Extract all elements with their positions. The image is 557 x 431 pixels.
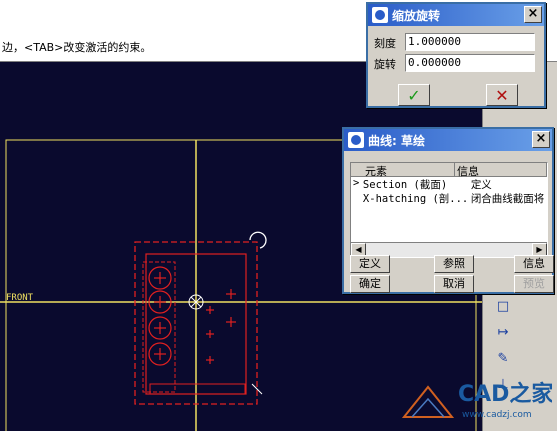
- app-icon: [372, 7, 388, 23]
- app-icon: [348, 132, 364, 148]
- cad-logo-icon: CAD之家 www.cadzj.com: [401, 381, 554, 420]
- constraint-markers: [206, 289, 236, 364]
- rotate-input[interactable]: 0.000000: [405, 54, 535, 72]
- reference-button[interactable]: 参照: [434, 255, 474, 273]
- row-marker: >: [353, 177, 360, 189]
- row-element: Section (截面): [362, 179, 448, 191]
- list-header: 元素 信息: [351, 163, 547, 178]
- brand-text: CAD之家: [458, 381, 552, 407]
- curve-dialog-title: 曲线: 草绘: [368, 133, 425, 148]
- column-header-info: 信息: [455, 163, 547, 178]
- status-message: 边，<TAB>改变激活的约束。: [2, 41, 152, 54]
- row-marker: [351, 191, 361, 205]
- define-button[interactable]: 定义: [350, 255, 390, 273]
- cad-watermark: CAD之家 www.cadzj.com: [400, 355, 554, 427]
- scale-input[interactable]: 1.000000: [405, 33, 535, 51]
- ok-button[interactable]: ✓: [398, 84, 430, 106]
- curve-dialog-titlebar: 曲线: 草绘 ×: [344, 129, 552, 151]
- rectangle-tool-icon[interactable]: □: [491, 294, 515, 318]
- list-row[interactable]: > Section (截面) 定义: [351, 177, 547, 191]
- cancel-button[interactable]: ✕: [486, 84, 518, 106]
- cursor-arc: [249, 231, 267, 249]
- curve-sketch-dialog: 曲线: 草绘 × 元素 信息 > Section (截面) 定义 X-hatch…: [342, 127, 554, 294]
- cancel-button[interactable]: 取消: [434, 275, 474, 293]
- preview-button[interactable]: 预览: [514, 275, 554, 293]
- row-info: 定义: [470, 179, 492, 191]
- zoom-dialog-titlebar: 缩放旋转 ×: [368, 4, 544, 26]
- close-icon[interactable]: ×: [524, 6, 542, 23]
- dimension-tool-icon[interactable]: ↦: [491, 320, 515, 344]
- rotate-label: 旋转: [374, 58, 396, 71]
- column-header-element: 元素: [351, 163, 455, 178]
- scale-label: 刻度: [374, 37, 396, 50]
- close-icon[interactable]: ×: [532, 131, 550, 148]
- list-row[interactable]: X-hatching (剖... 闭合曲线截面将: [351, 191, 547, 205]
- x-icon: ✕: [495, 85, 509, 105]
- hole-circles: [148, 266, 172, 366]
- info-button[interactable]: 信息: [514, 255, 554, 273]
- zoom-rotate-dialog: 缩放旋转 × 刻度 1.000000 旋转 0.000000 ✓ ✕: [366, 2, 546, 108]
- front-label: FRONT: [6, 293, 34, 303]
- app-window: 边，<TAB>改变激活的约束。 FRONT □ ↦ ✎ ⊥ 缩放旋转 × 刻度 …: [0, 0, 557, 431]
- url-text: www.cadzj.com: [462, 410, 532, 420]
- check-icon: ✓: [407, 85, 421, 105]
- row-element: X-hatching (剖...: [362, 193, 469, 205]
- row-info: 闭合曲线截面将: [470, 193, 545, 205]
- confirm-button[interactable]: 确定: [350, 275, 390, 293]
- element-list[interactable]: 元素 信息 > Section (截面) 定义 X-hatching (剖...…: [350, 162, 548, 258]
- zoom-dialog-title: 缩放旋转: [392, 8, 441, 23]
